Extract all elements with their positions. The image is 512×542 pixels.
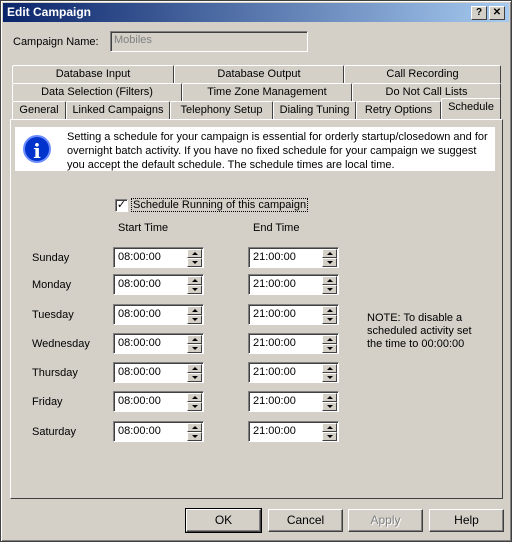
tab-schedule[interactable]: Schedule — [441, 98, 501, 119]
day-label-monday: Monday — [32, 279, 72, 291]
schedule-note: NOTE: To disable a scheduled activity se… — [367, 312, 472, 350]
spin-down-icon[interactable] — [187, 373, 202, 382]
tab-database-output[interactable]: Database Output — [174, 65, 344, 83]
spin-up-icon[interactable] — [187, 276, 202, 285]
spin-down-icon[interactable] — [187, 432, 202, 441]
day-label-tuesday: Tuesday — [32, 309, 74, 321]
help-title-button[interactable]: ? — [471, 6, 487, 20]
tab-data-selection[interactable]: Data Selection (Filters) — [12, 83, 182, 101]
cancel-button[interactable]: Cancel — [268, 509, 343, 532]
spin-up-icon[interactable] — [322, 335, 337, 344]
day-label-saturday: Saturday — [32, 426, 77, 438]
spin-up-icon[interactable] — [322, 249, 337, 258]
end-time-monday[interactable]: 21:00:00 — [248, 274, 339, 295]
spin-down-icon[interactable] — [187, 258, 202, 267]
start-time-value: 08:00:00 — [118, 337, 161, 349]
end-time-value: 21:00:00 — [253, 308, 296, 320]
spin-down-icon[interactable] — [322, 402, 337, 411]
start-time-thursday[interactable]: 08:00:00 — [113, 362, 204, 383]
tab-database-input[interactable]: Database Input — [12, 65, 174, 83]
start-time-tuesday[interactable]: 08:00:00 — [113, 304, 204, 325]
end-time-value: 21:00:00 — [253, 425, 296, 437]
start-time-wednesday[interactable]: 08:00:00 — [113, 333, 204, 354]
day-label-thursday: Thursday — [32, 367, 78, 379]
spin-up-icon[interactable] — [322, 423, 337, 432]
campaign-name-field[interactable]: Mobiles — [110, 31, 308, 52]
end-time-tuesday[interactable]: 21:00:00 — [248, 304, 339, 325]
end-time-value: 21:00:00 — [253, 337, 296, 349]
start-time-value: 08:00:00 — [118, 278, 161, 290]
info-icon: i — [23, 135, 51, 163]
end-time-thursday[interactable]: 21:00:00 — [248, 362, 339, 383]
spin-down-icon[interactable] — [322, 373, 337, 382]
campaign-name-label: Campaign Name: — [13, 36, 99, 48]
close-icon[interactable]: ✕ — [489, 6, 505, 20]
spin-up-icon[interactable] — [187, 423, 202, 432]
spin-up-icon[interactable] — [322, 364, 337, 373]
campaign-name-value: Mobiles — [114, 34, 152, 46]
day-label-sunday: Sunday — [32, 252, 70, 264]
spin-down-icon[interactable] — [322, 344, 337, 353]
spin-down-icon[interactable] — [187, 315, 202, 324]
start-time-value: 08:00:00 — [118, 395, 161, 407]
spin-up-icon[interactable] — [187, 249, 202, 258]
start-time-value: 08:00:00 — [118, 425, 161, 437]
spin-down-icon[interactable] — [187, 402, 202, 411]
spin-up-icon[interactable] — [322, 393, 337, 402]
day-label-wednesday: Wednesday — [32, 338, 90, 350]
start-time-value: 08:00:00 — [118, 251, 161, 263]
spin-down-icon[interactable] — [322, 285, 337, 294]
tab-general[interactable]: General — [12, 101, 66, 119]
info-box: i Setting a schedule for your campaign i… — [15, 127, 495, 171]
start-time-saturday[interactable]: 08:00:00 — [113, 421, 204, 442]
edit-campaign-dialog: Edit Campaign ? ✕ Campaign Name: Mobiles… — [0, 0, 512, 542]
end-time-saturday[interactable]: 21:00:00 — [248, 421, 339, 442]
help-button[interactable]: Help — [429, 509, 504, 532]
end-time-value: 21:00:00 — [253, 395, 296, 407]
spin-up-icon[interactable] — [187, 306, 202, 315]
spin-down-icon[interactable] — [187, 344, 202, 353]
start-time-friday[interactable]: 08:00:00 — [113, 391, 204, 412]
schedule-running-label[interactable]: Schedule Running of this campaign — [130, 198, 309, 212]
spin-down-icon[interactable] — [322, 258, 337, 267]
spin-up-icon[interactable] — [322, 306, 337, 315]
spin-down-icon[interactable] — [322, 315, 337, 324]
spin-down-icon[interactable] — [187, 285, 202, 294]
tab-retry-options[interactable]: Retry Options — [356, 101, 441, 119]
end-time-sunday[interactable]: 21:00:00 — [248, 247, 339, 268]
apply-button[interactable]: Apply — [348, 509, 423, 532]
end-time-value: 21:00:00 — [253, 251, 296, 263]
tab-call-recording[interactable]: Call Recording — [344, 65, 501, 83]
end-time-value: 21:00:00 — [253, 366, 296, 378]
spin-up-icon[interactable] — [187, 364, 202, 373]
spin-up-icon[interactable] — [187, 335, 202, 344]
spin-down-icon[interactable] — [322, 432, 337, 441]
end-time-friday[interactable]: 21:00:00 — [248, 391, 339, 412]
tab-dialing-tuning[interactable]: Dialing Tuning — [273, 101, 356, 119]
start-time-value: 08:00:00 — [118, 366, 161, 378]
ok-button[interactable]: OK — [185, 508, 262, 533]
schedule-running-checkbox[interactable]: ✓ — [115, 199, 128, 212]
tab-telephony-setup[interactable]: Telephony Setup — [170, 101, 273, 119]
spin-up-icon[interactable] — [187, 393, 202, 402]
title-bar[interactable]: Edit Campaign ? ✕ — [3, 3, 509, 22]
end-time-header: End Time — [253, 222, 300, 234]
tab-time-zone-management[interactable]: Time Zone Management — [182, 83, 352, 101]
start-time-value: 08:00:00 — [118, 308, 161, 320]
start-time-header: Start Time — [118, 222, 169, 234]
start-time-monday[interactable]: 08:00:00 — [113, 274, 204, 295]
day-label-friday: Friday — [32, 396, 63, 408]
start-time-sunday[interactable]: 08:00:00 — [113, 247, 204, 268]
window-title: Edit Campaign — [7, 5, 92, 19]
spin-up-icon[interactable] — [322, 276, 337, 285]
end-time-value: 21:00:00 — [253, 278, 296, 290]
info-text: Setting a schedule for your campaign is … — [67, 131, 488, 171]
end-time-wednesday[interactable]: 21:00:00 — [248, 333, 339, 354]
tab-linked-campaigns[interactable]: Linked Campaigns — [66, 101, 170, 119]
